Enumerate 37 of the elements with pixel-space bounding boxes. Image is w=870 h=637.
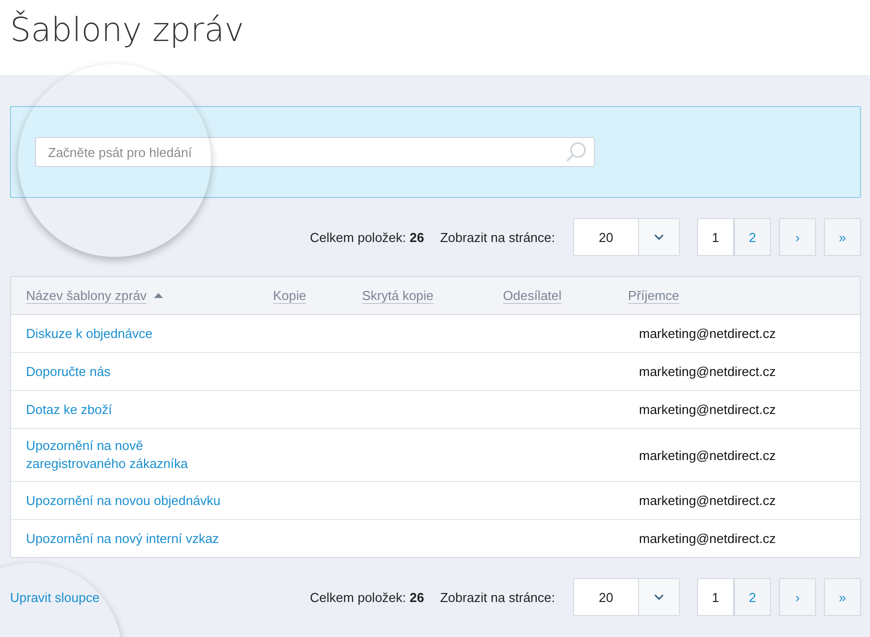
last-page-button[interactable]: » — [824, 218, 861, 256]
column-header[interactable]: Název šablony zpráv — [26, 288, 147, 303]
template-link[interactable]: Diskuze k objednávce — [26, 324, 152, 342]
table-cell: marketing@netdirect.cz — [639, 493, 776, 508]
next-page-button[interactable]: › — [779, 218, 816, 256]
template-link[interactable]: Upozornění na novou objednávku — [26, 492, 220, 510]
table-cell: marketing@netdirect.cz — [639, 448, 776, 462]
table-cell: marketing@netdirect.cz — [639, 402, 776, 417]
column-header[interactable]: Kopie — [273, 288, 306, 303]
next-page-button[interactable]: › — [779, 578, 816, 616]
template-link[interactable]: Upozornění na nově zaregistrovaného zákazníka — [26, 437, 243, 473]
chevron-down-icon — [654, 234, 664, 240]
page-button[interactable]: 1 — [697, 218, 734, 256]
template-link[interactable]: Dotaz ke zboží — [26, 400, 112, 418]
column-header[interactable]: Odesílatel — [503, 288, 562, 303]
chevron-down-icon — [654, 594, 664, 600]
table-cell: marketing@netdirect.cz — [639, 531, 776, 546]
template-link[interactable]: Upozornění na nový interní vzkaz — [26, 530, 219, 548]
column-header[interactable]: Příjemce — [628, 288, 680, 303]
last-page-button[interactable]: » — [824, 578, 861, 616]
search-field[interactable]: Začněte psát pro hledání — [35, 137, 595, 167]
column-header[interactable]: Skrytá kopie — [362, 288, 434, 303]
template-link[interactable]: Doporučte nás — [26, 362, 111, 380]
page-button[interactable]: 1 — [697, 578, 734, 616]
page-button[interactable]: 2 — [734, 578, 771, 616]
sort-ascending-icon[interactable] — [154, 293, 163, 298]
table-cell: marketing@netdirect.cz — [639, 364, 776, 379]
edit-columns-link[interactable]: Upravit sloupce — [10, 590, 100, 604]
per-page-label: Zobrazit na stránce: — [440, 590, 555, 604]
page-button[interactable]: 2 — [734, 218, 771, 256]
per-page-select[interactable]: 20 — [573, 218, 680, 256]
per-page-label: Zobrazit na stránce: — [440, 230, 555, 244]
table-cell: marketing@netdirect.cz — [639, 326, 776, 341]
total-count: Celkem položek: 26 — [310, 590, 424, 604]
per-page-select[interactable]: 20 — [573, 578, 680, 616]
total-count: Celkem položek: 26 — [310, 230, 424, 244]
page-title: Šablony zpráv — [10, 9, 244, 50]
